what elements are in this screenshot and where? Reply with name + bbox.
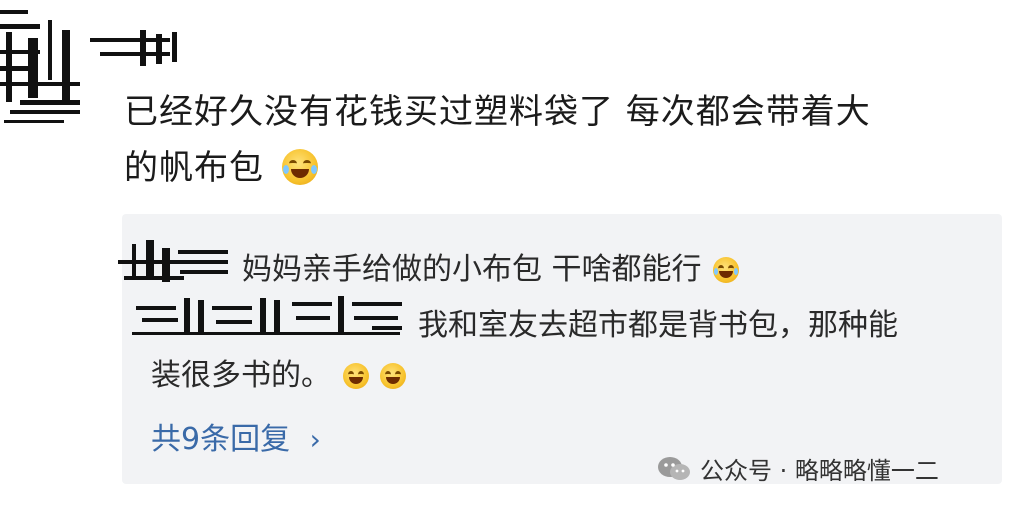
- laugh-cry-emoji-icon: [281, 149, 318, 185]
- redacted-reply-username-2: [132, 296, 402, 335]
- reply-count-label: 共9条回复: [151, 422, 291, 457]
- reply-1-text: 妈妈亲手给做的小布包 干啥都能行: [242, 252, 702, 287]
- reply-2-continued: 装很多书的。: [151, 352, 407, 400]
- wechat-icon: [658, 456, 690, 480]
- watermark-label: 公众号 · 略略略懂一二: [700, 457, 939, 485]
- reply-2: 我和室友去超市都是背书包，那种能: [418, 302, 898, 350]
- main-comment-line1: 已经好久没有花钱买过塑料袋了 每次都会带着大: [124, 92, 871, 132]
- redacted-reply-username-1: [118, 240, 228, 282]
- main-comment-line2: 的帆布包: [124, 148, 264, 188]
- laugh-emoji-icon: [342, 363, 369, 389]
- laugh-cry-emoji-icon: [713, 257, 740, 283]
- reply-1: 妈妈亲手给做的小布包 干啥都能行: [242, 244, 740, 288]
- reply-2-text-line2: 装很多书的。: [151, 358, 331, 393]
- main-comment-text: 已经好久没有花钱买过塑料袋了 每次都会带着大 的帆布包: [124, 84, 871, 196]
- view-all-replies-link[interactable]: 共9条回复 ›: [151, 414, 321, 458]
- laugh-emoji-icon: [380, 363, 407, 389]
- chevron-right-icon: ›: [309, 423, 321, 456]
- watermark: 公众号 · 略略略懂一二: [656, 451, 939, 486]
- reply-2-text-line1: 我和室友去超市都是背书包，那种能: [418, 308, 898, 343]
